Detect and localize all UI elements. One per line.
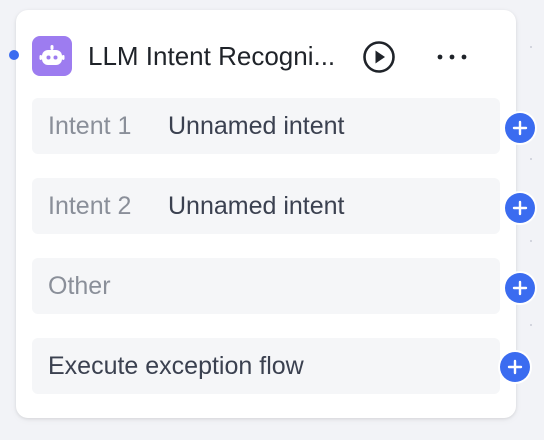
add-branch-button-intent-1[interactable] (505, 113, 535, 143)
intent-value: Unnamed intent (168, 111, 345, 140)
exception-flow-label: Execute exception flow (48, 351, 304, 380)
intent-label: Intent 1 (48, 111, 132, 140)
plus-icon (507, 359, 523, 375)
canvas-grid-dot (530, 158, 532, 160)
intent-recognition-node[interactable]: LLM Intent Recogni... Intent 1 Unnamed i… (16, 10, 516, 418)
add-branch-button-exception[interactable] (500, 352, 530, 382)
plus-icon (512, 200, 528, 216)
flow-canvas[interactable]: LLM Intent Recogni... Intent 1 Unnamed i… (0, 0, 544, 440)
canvas-grid-dot (530, 240, 532, 242)
intent-row-1[interactable]: Intent 1 Unnamed intent (32, 98, 500, 154)
add-branch-button-intent-2[interactable] (505, 193, 535, 223)
add-branch-button-other[interactable] (505, 273, 535, 303)
run-button[interactable] (362, 40, 396, 74)
canvas-grid-dot (530, 324, 532, 326)
intent-value: Unnamed intent (168, 191, 345, 220)
canvas-grid-dot (530, 46, 532, 48)
other-label: Other (48, 271, 111, 300)
more-options-button[interactable] (428, 40, 476, 74)
intent-row-2[interactable]: Intent 2 Unnamed intent (32, 178, 500, 234)
play-circle-icon (363, 41, 395, 73)
more-horizontal-icon (437, 54, 467, 60)
robot-icon (32, 36, 72, 76)
exception-flow-row[interactable]: Execute exception flow (32, 338, 500, 394)
other-row[interactable]: Other (32, 258, 500, 314)
plus-icon (512, 280, 528, 296)
plus-icon (512, 120, 528, 136)
intent-label: Intent 2 (48, 191, 132, 220)
node-title[interactable]: LLM Intent Recogni... (88, 38, 368, 74)
input-handle[interactable] (9, 50, 19, 60)
